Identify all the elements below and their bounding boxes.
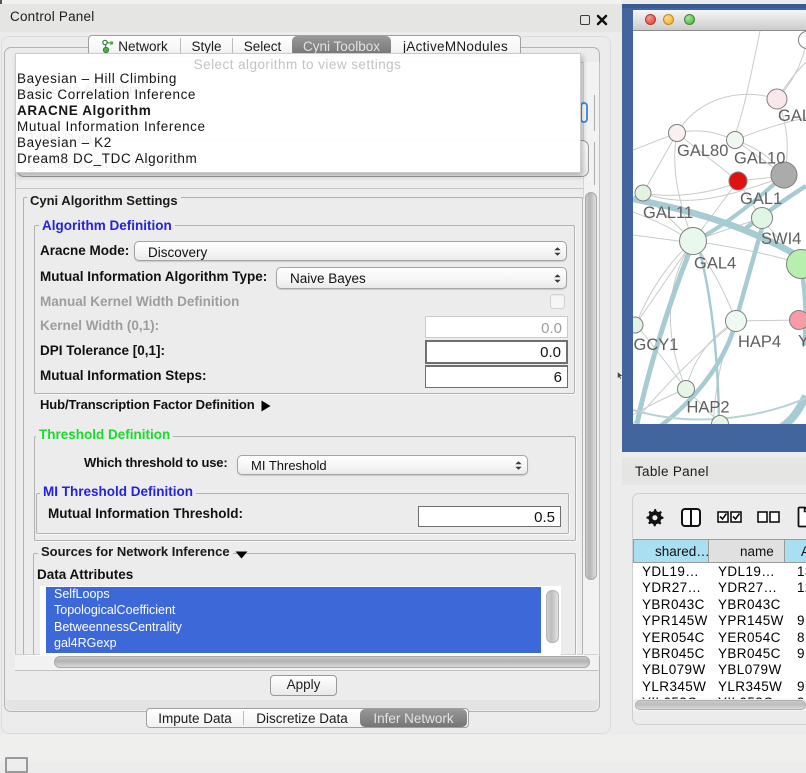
- svg-text:GAL11: GAL11: [643, 204, 693, 222]
- svg-text:GAL80: GAL80: [677, 142, 728, 160]
- svg-text:Y: Y: [798, 333, 806, 351]
- svg-text:GCY1: GCY1: [634, 336, 679, 354]
- svg-text:SWI4: SWI4: [761, 230, 801, 248]
- svg-text:GAL10: GAL10: [734, 150, 785, 168]
- svg-text:HAP4: HAP4: [738, 333, 781, 351]
- svg-text:GAL1: GAL1: [740, 190, 782, 208]
- svg-text:GAL: GAL: [778, 107, 806, 125]
- svg-text:GAL4: GAL4: [694, 255, 736, 273]
- svg-text:HAP2: HAP2: [687, 399, 730, 417]
